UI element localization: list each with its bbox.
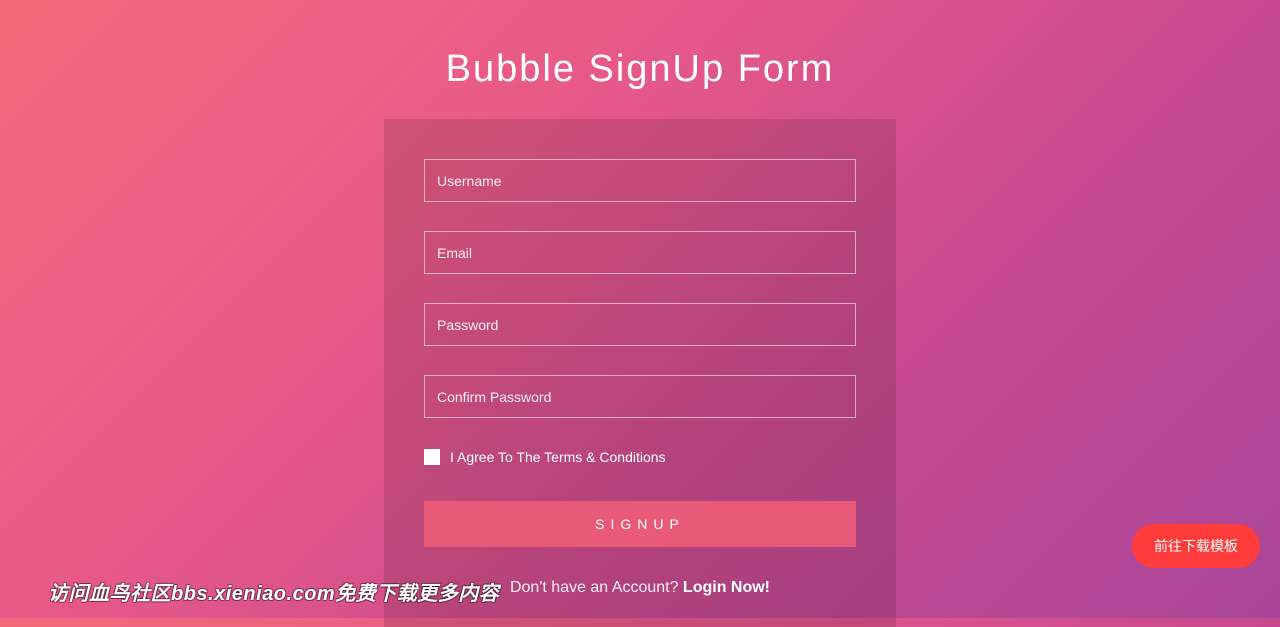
terms-checkbox[interactable] [424, 449, 440, 465]
username-field[interactable] [424, 159, 856, 202]
download-template-button[interactable]: 前往下载模板 [1132, 524, 1260, 568]
login-link[interactable]: Login Now! [683, 579, 770, 596]
signup-button[interactable]: SIGNUP [424, 501, 856, 547]
password-field[interactable] [424, 303, 856, 346]
signup-form-card: I Agree To The Terms & Conditions SIGNUP… [384, 119, 896, 627]
email-field[interactable] [424, 231, 856, 274]
confirm-password-field[interactable] [424, 375, 856, 418]
page-title: Bubble SignUp Form [0, 0, 1280, 119]
login-prompt-text: Don't have an Account? [510, 579, 683, 596]
watermark-text: 访问血鸟社区bbs.xieniao.com免费下载更多内容 [48, 577, 499, 606]
terms-row: I Agree To The Terms & Conditions [424, 449, 856, 465]
terms-label: I Agree To The Terms & Conditions [450, 449, 666, 465]
